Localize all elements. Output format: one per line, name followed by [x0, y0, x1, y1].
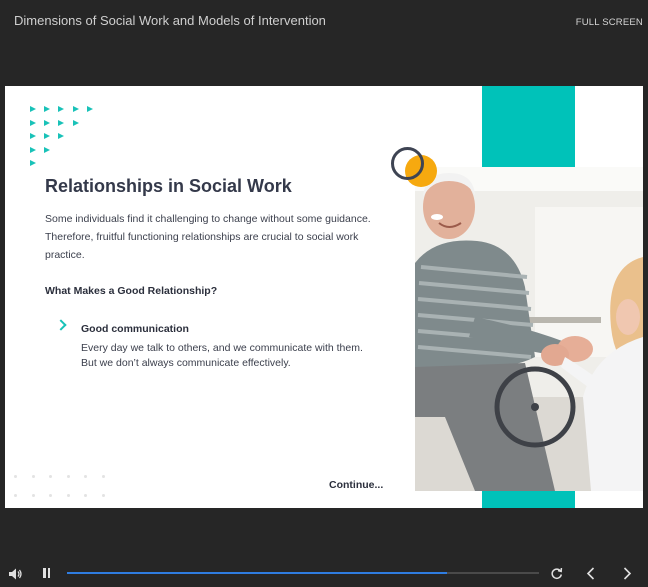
- chevron-right-icon: [55, 319, 67, 331]
- seek-bar-progress: [67, 572, 447, 574]
- replay-icon[interactable]: [550, 567, 563, 585]
- caregiver-photo: [415, 167, 643, 491]
- course-title: Dimensions of Social Work and Models of …: [14, 13, 326, 28]
- teal-accent-strip: [482, 491, 575, 508]
- fullscreen-button[interactable]: FULL SCREEN: [576, 17, 643, 28]
- slide-canvas: Relationships in Social Work Some indivi…: [5, 86, 643, 508]
- teal-accent-block: [482, 86, 575, 167]
- bullet-title: Good communication: [81, 323, 189, 335]
- bullet-text: Every day we talk to others, and we comm…: [81, 342, 363, 369]
- section-subheading: What Makes a Good Relationship?: [45, 285, 218, 297]
- seek-bar[interactable]: [67, 572, 539, 574]
- pause-icon[interactable]: [43, 568, 50, 578]
- chevron-left-icon[interactable]: [586, 567, 596, 585]
- intro-paragraph: Some individuals find it challenging to …: [45, 213, 371, 261]
- slide-title: Relationships in Social Work: [45, 176, 292, 196]
- ring-decoration: [391, 147, 424, 180]
- chevron-right-icon[interactable]: [622, 567, 632, 585]
- player-header: Dimensions of Social Work and Models of …: [0, 0, 648, 44]
- volume-icon[interactable]: [9, 567, 23, 585]
- triangle-pattern: [30, 106, 101, 174]
- caregiver-illustration: [415, 167, 643, 491]
- continue-button[interactable]: Continue...: [329, 479, 383, 491]
- player-controls: [0, 555, 648, 587]
- dot-pattern: [14, 475, 119, 508]
